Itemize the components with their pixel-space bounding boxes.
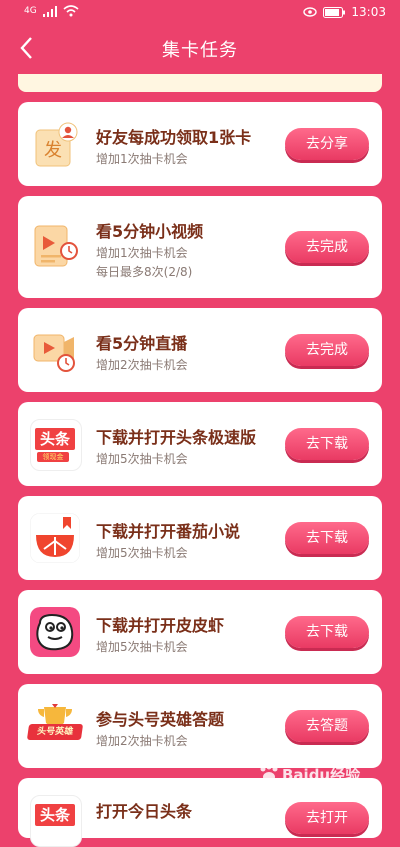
page-title: 集卡任务 xyxy=(162,40,238,61)
task-card: 发 好友每成功领取1张卡 增加1次抽卡机会 去分享 xyxy=(18,102,382,186)
header: 集卡任务 xyxy=(0,24,400,74)
task-description: 增加5次抽卡机会 xyxy=(96,640,188,654)
share-button[interactable]: 去分享 xyxy=(285,128,369,160)
watermark: Baidu经验 jingyan.baidu.com xyxy=(258,762,394,802)
task-card: 看5分钟小视频 增加1次抽卡机会 每日最多8次(2/8) 去完成 xyxy=(18,196,382,298)
live-stream-icon xyxy=(33,334,75,372)
pipixia-app-icon xyxy=(30,607,80,657)
clock: 13:03 xyxy=(351,5,386,19)
complete-button[interactable]: 去完成 xyxy=(285,334,369,366)
wifi-icon xyxy=(63,5,79,17)
toutiao-logo-text: 头条 xyxy=(35,804,75,826)
task-card: 头条 领现金 下载并打开头条极速版 增加5次抽卡机会 去下载 xyxy=(18,402,382,486)
watermark-text: Baidu经验 xyxy=(282,766,361,784)
task-card: 下载并打开皮皮虾 增加5次抽卡机会 去下载 xyxy=(18,590,382,674)
task-card: 看5分钟直播 增加2次抽卡机会 去完成 xyxy=(18,308,382,392)
task-description: 增加2次抽卡机会 xyxy=(96,358,188,372)
task-description: 增加1次抽卡机会 xyxy=(96,152,188,166)
complete-button[interactable]: 去完成 xyxy=(285,231,369,263)
banner-bottom-edge xyxy=(18,74,382,92)
cell-signal-label: 4G xyxy=(24,6,37,16)
tomato-novel-app-icon xyxy=(30,513,80,563)
watermark-url: jingyan.baidu.com xyxy=(282,784,366,794)
hero-quiz-icon: 头号英雄 xyxy=(26,701,84,751)
open-button[interactable]: 去打开 xyxy=(285,802,369,834)
cash-badge: 领现金 xyxy=(37,452,69,462)
task-description: 增加2次抽卡机会 xyxy=(96,734,188,748)
task-title: 看5分钟小视频 xyxy=(96,222,204,241)
short-video-icon xyxy=(34,225,78,267)
task-title: 下载并打开头条极速版 xyxy=(96,428,257,447)
task-description: 增加1次抽卡机会 xyxy=(96,246,188,260)
task-title: 下载并打开皮皮虾 xyxy=(96,616,225,635)
download-button[interactable]: 去下载 xyxy=(285,616,369,648)
status-bar: 4G 13:03 xyxy=(0,0,400,24)
task-title: 好友每成功领取1张卡 xyxy=(96,128,252,147)
toutiao-logo-text: 头条 xyxy=(35,428,75,450)
eye-comfort-icon xyxy=(303,7,318,17)
download-button[interactable]: 去下载 xyxy=(285,428,369,460)
toutiao-lite-app-icon: 头条 领现金 xyxy=(30,419,82,471)
task-title: 下载并打开番茄小说 xyxy=(96,522,241,541)
task-title: 打开今日头条 xyxy=(96,802,193,821)
download-button[interactable]: 去下载 xyxy=(285,522,369,554)
toutiao-app-icon: 头条 xyxy=(30,795,82,847)
task-description: 增加5次抽卡机会 xyxy=(96,546,188,560)
task-daily-limit: 每日最多8次(2/8) xyxy=(96,265,193,279)
svg-text:发: 发 xyxy=(44,140,62,161)
quiz-button[interactable]: 去答题 xyxy=(285,710,369,742)
cell-signal-icon xyxy=(42,5,57,17)
paw-logo-icon xyxy=(260,764,278,782)
task-description: 增加5次抽卡机会 xyxy=(96,452,188,466)
task-title: 看5分钟直播 xyxy=(96,334,188,353)
hero-badge-text: 头号英雄 xyxy=(26,724,84,740)
task-card: 下载并打开番茄小说 增加5次抽卡机会 去下载 xyxy=(18,496,382,580)
battery-icon xyxy=(323,6,346,18)
task-card: 头号英雄 参与头号英雄答题 增加2次抽卡机会 去答题 xyxy=(18,684,382,768)
task-title: 参与头号英雄答题 xyxy=(96,710,225,729)
share-card-icon: 发 xyxy=(35,122,78,167)
